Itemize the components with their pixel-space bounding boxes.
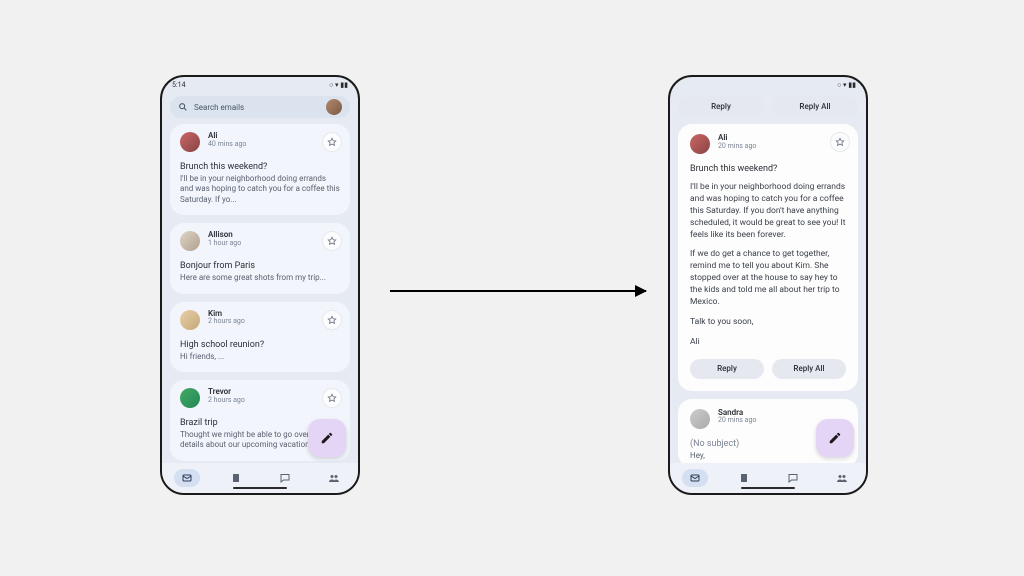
nav-notes[interactable]: [223, 469, 249, 487]
sender-time: 2 hours ago: [208, 318, 245, 326]
transition-arrow: [390, 290, 646, 292]
message-subject: Brunch this weekend?: [690, 164, 846, 174]
phone-detail: ○ ▾ ▮▮ Reply Reply All Ali 20 mins ago B…: [668, 75, 868, 495]
sender-avatar: [180, 132, 200, 152]
nav-people[interactable]: [321, 469, 347, 487]
home-handle[interactable]: [233, 487, 287, 490]
home-handle[interactable]: [741, 487, 795, 490]
message-body: I'll be in your neighborhood doing erran…: [690, 182, 846, 349]
email-item[interactable]: Ali 40 mins ago Brunch this weekend? I'l…: [170, 124, 350, 215]
sender-avatar: [180, 231, 200, 251]
sender-time: 20 mins ago: [718, 143, 756, 151]
sender-time: 20 mins ago: [718, 417, 756, 425]
star-button[interactable]: [322, 132, 342, 152]
sender-avatar: [180, 388, 200, 408]
status-icons: ○ ▾ ▮▮: [329, 81, 348, 89]
status-bar: ○ ▾ ▮▮: [670, 77, 866, 93]
star-button[interactable]: [322, 388, 342, 408]
email-subject: High school reunion?: [180, 340, 340, 350]
sender-avatar: [690, 134, 710, 154]
top-reply-button[interactable]: Reply: [678, 96, 764, 116]
email-subject: Brunch this weekend?: [180, 162, 340, 172]
search-placeholder: Search emails: [194, 103, 320, 112]
nav-inbox[interactable]: [174, 469, 200, 487]
email-item[interactable]: Kim 2 hours ago High school reunion? Hi …: [170, 302, 350, 372]
email-preview: Hi friends, ...: [180, 352, 340, 362]
profile-avatar[interactable]: [326, 99, 342, 115]
email-item[interactable]: Allison 1 hour ago Bonjour from Paris He…: [170, 223, 350, 293]
nav-people[interactable]: [829, 469, 855, 487]
reply-button[interactable]: Reply: [690, 359, 764, 379]
sender-time: 40 mins ago: [208, 141, 246, 149]
pencil-icon: [320, 431, 334, 445]
email-subject: Bonjour from Paris: [180, 261, 340, 271]
sender-avatar: [180, 310, 200, 330]
nav-inbox[interactable]: [682, 469, 708, 487]
message-card: Ali 20 mins ago Brunch this weekend? I'l…: [678, 124, 858, 391]
email-preview: Here are some great shots from my trip..…: [180, 273, 340, 283]
search-icon: [178, 102, 188, 112]
status-icons: ○ ▾ ▮▮: [837, 81, 856, 89]
nav-notes[interactable]: [731, 469, 757, 487]
star-button[interactable]: [322, 310, 342, 330]
compose-fab[interactable]: [308, 419, 346, 457]
search-bar[interactable]: Search emails: [170, 96, 350, 118]
sender-avatar: [690, 409, 710, 429]
sender-time: 1 hour ago: [208, 240, 241, 248]
phone-inbox: 5:14 ○ ▾ ▮▮ Search emails Ali 40 mins ag…: [160, 75, 360, 495]
status-bar: 5:14 ○ ▾ ▮▮: [162, 77, 358, 93]
star-button[interactable]: [830, 132, 850, 152]
pencil-icon: [828, 431, 842, 445]
status-time: 5:14: [172, 81, 186, 89]
compose-fab[interactable]: [816, 419, 854, 457]
nav-chat[interactable]: [272, 469, 298, 487]
sender-time: 2 hours ago: [208, 397, 245, 405]
nav-chat[interactable]: [780, 469, 806, 487]
reply-all-button[interactable]: Reply All: [772, 359, 846, 379]
email-preview: I'll be in your neighborhood doing erran…: [180, 174, 340, 205]
top-reply-all-button[interactable]: Reply All: [772, 96, 858, 116]
